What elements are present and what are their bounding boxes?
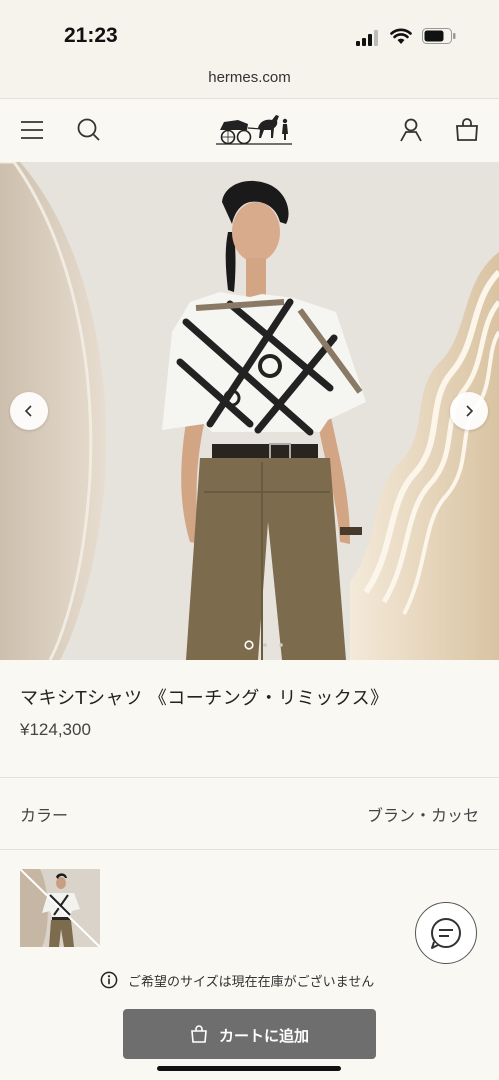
hermes-carriage-logo[interactable] xyxy=(214,110,294,146)
status-bar: 21:23 xyxy=(0,0,499,60)
add-to-cart-label: カートに追加 xyxy=(219,1027,310,1045)
shopping-bag-icon xyxy=(191,1025,207,1043)
divider xyxy=(0,777,499,778)
chevron-right-icon xyxy=(466,405,474,417)
shopping-bag-icon[interactable] xyxy=(454,117,480,143)
next-slide-button[interactable] xyxy=(450,392,488,430)
previous-slide-button[interactable] xyxy=(10,392,48,430)
swatch-thumbnail xyxy=(20,869,100,947)
carousel-dot[interactable] xyxy=(244,640,254,650)
chevron-left-icon xyxy=(24,405,32,417)
wifi-icon xyxy=(390,28,412,44)
color-swatch[interactable] xyxy=(20,869,100,947)
color-value: ブラン・カッセ xyxy=(366,806,479,825)
stock-notice-text: ご希望のサイズは現在在庫がございません xyxy=(128,975,375,990)
product-photo xyxy=(0,162,499,660)
color-label: カラー xyxy=(20,806,69,825)
hamburger-icon[interactable] xyxy=(20,117,46,143)
signal-icon xyxy=(356,30,378,46)
info-icon xyxy=(100,971,118,989)
chat-button[interactable] xyxy=(415,902,477,964)
search-icon[interactable] xyxy=(76,117,102,143)
product-title: マキシTシャツ 《コーチング・リミックス》 xyxy=(20,688,389,709)
home-indicator xyxy=(157,1066,341,1071)
add-to-cart-button[interactable]: カートに追加 xyxy=(123,1009,376,1059)
address-bar[interactable]: hermes.com xyxy=(0,60,499,99)
battery-icon xyxy=(422,28,456,44)
clock: 21:23 xyxy=(64,24,118,47)
url-text: hermes.com xyxy=(208,69,291,86)
person-icon[interactable] xyxy=(398,117,424,143)
carousel-dots xyxy=(244,640,283,650)
divider xyxy=(0,849,499,850)
product-price: ¥124,300 xyxy=(20,720,91,739)
product-image-carousel[interactable] xyxy=(0,162,499,660)
carousel-dot[interactable] xyxy=(279,643,283,647)
carousel-dot[interactable] xyxy=(263,643,267,647)
chat-bubble-icon xyxy=(431,918,461,949)
